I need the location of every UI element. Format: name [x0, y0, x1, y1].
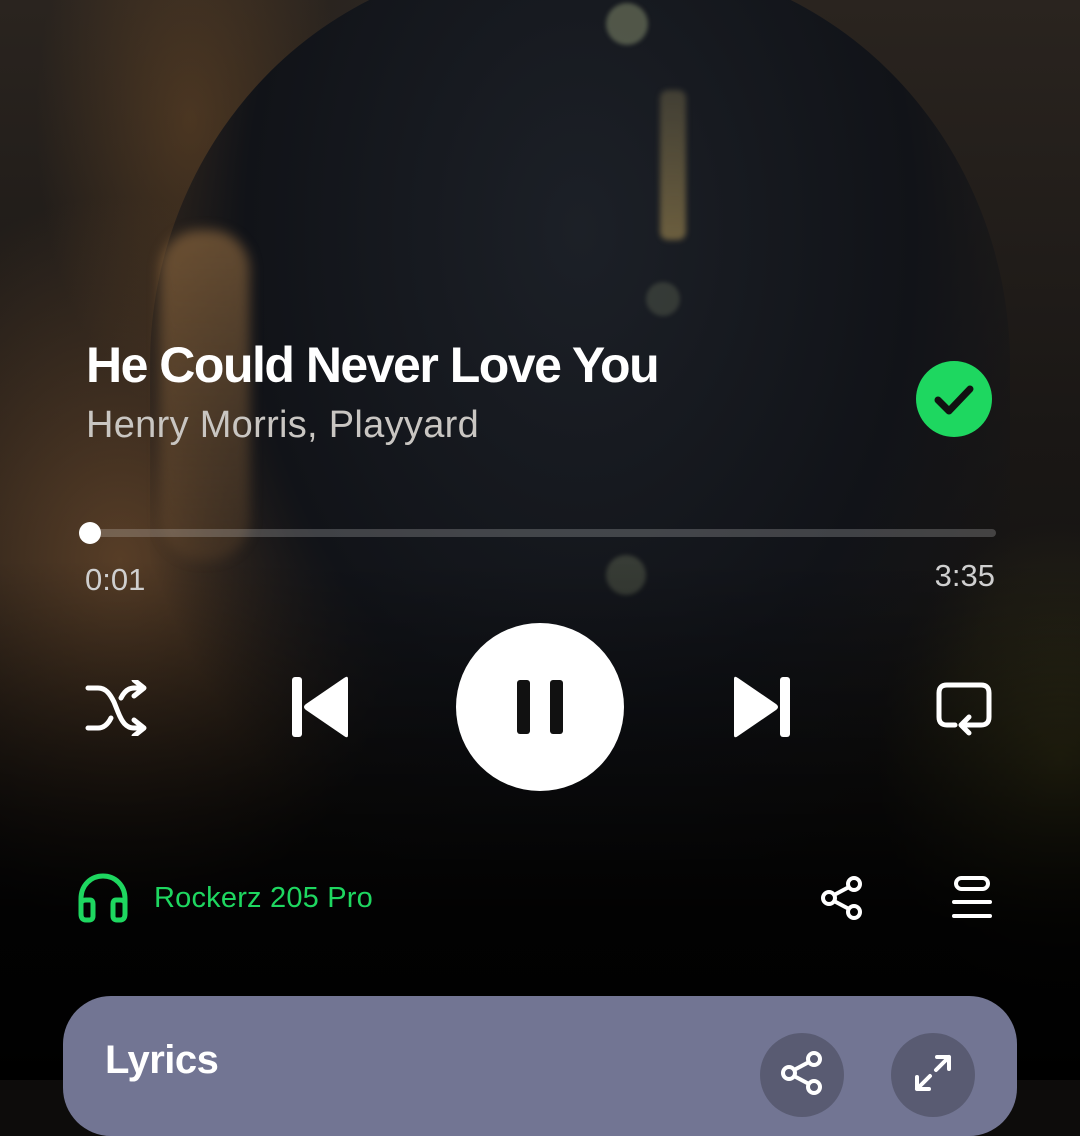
queue-button[interactable] — [946, 872, 998, 924]
lyrics-expand-button[interactable] — [891, 1033, 975, 1117]
progress-knob[interactable] — [79, 522, 101, 544]
pause-icon — [517, 680, 563, 734]
background-button — [606, 3, 648, 45]
total-duration: 3:35 — [934, 558, 995, 593]
repeat-button[interactable] — [930, 676, 998, 740]
background-chain — [660, 90, 686, 240]
expand-icon — [915, 1055, 951, 1091]
track-title[interactable]: He Could Never Love You — [86, 336, 660, 394]
previous-button[interactable] — [286, 672, 356, 742]
lyrics-share-button[interactable] — [760, 1033, 844, 1117]
background-arm — [160, 230, 250, 560]
liked-button[interactable] — [916, 361, 992, 437]
pause-button[interactable] — [456, 623, 624, 791]
progress-bar[interactable] — [90, 529, 996, 537]
share-button[interactable] — [816, 872, 868, 924]
check-circle-icon — [916, 361, 992, 437]
lyrics-title: Lyrics — [105, 1038, 219, 1082]
queue-icon — [952, 876, 992, 918]
shuffle-icon — [85, 680, 147, 736]
share-icon — [781, 1051, 822, 1095]
next-button[interactable] — [726, 672, 796, 742]
skip-next-icon — [734, 676, 790, 738]
headphones-icon — [78, 873, 128, 923]
skip-previous-icon — [292, 676, 348, 738]
track-artists[interactable]: Henry Morris, Playyard — [86, 404, 479, 447]
share-icon — [821, 876, 862, 920]
elapsed-time: 0:01 — [85, 562, 146, 597]
connected-device[interactable]: Rockerz 205 Pro — [76, 872, 373, 924]
repeat-icon — [936, 682, 992, 736]
shuffle-button[interactable] — [82, 676, 150, 740]
lyrics-card[interactable]: Lyrics — [63, 996, 1017, 1136]
device-name: Rockerz 205 Pro — [154, 881, 373, 914]
background-button — [646, 282, 680, 316]
